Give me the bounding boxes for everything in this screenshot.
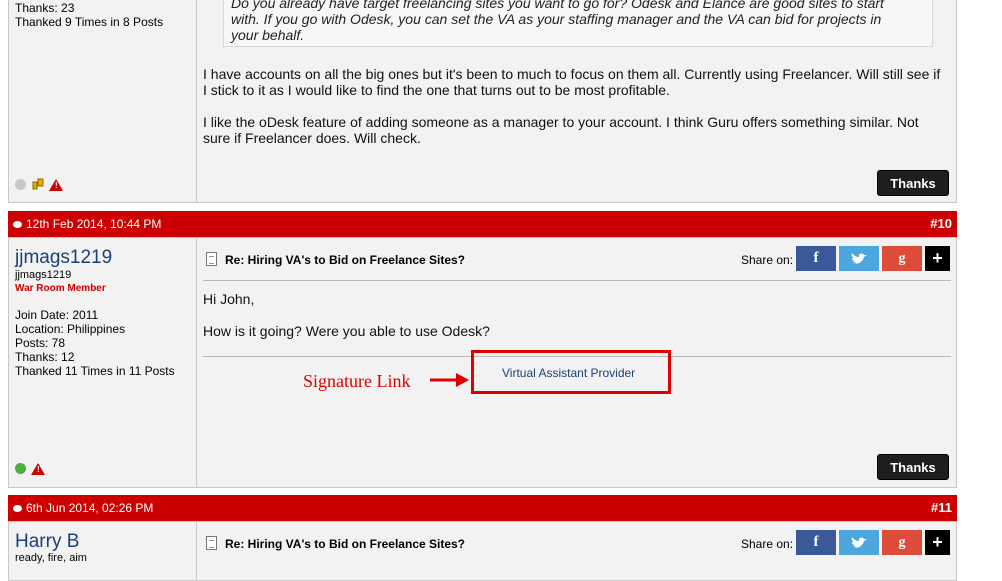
post-header: 12th Feb 2014, 10:44 PM #10	[8, 211, 957, 237]
user-rank: War Room Member	[15, 283, 106, 294]
share-label: Share on:	[741, 253, 794, 267]
report-post-icon[interactable]: !	[31, 463, 45, 475]
post-title: Re: Hiring VA's to Bid on Freelance Site…	[225, 253, 466, 267]
post-date: 6th Jun 2014, 02:26 PM	[26, 501, 154, 515]
user-posts: Posts: 78	[15, 336, 66, 350]
user-pane: Harry B ready, fire, aim	[9, 522, 197, 580]
google-plus-share-button[interactable]: g	[882, 530, 922, 555]
post-icon	[206, 252, 217, 266]
post-icon	[206, 536, 217, 550]
user-pane: Thanks: 23 Thanked 9 Times in 8 Posts !	[9, 0, 197, 202]
facebook-share-button[interactable]: f	[796, 530, 836, 555]
post-date: 12th Feb 2014, 10:44 PM	[26, 217, 162, 231]
user-location: Location: Philippines	[15, 322, 126, 336]
user-subtitle: ready, fire, aim	[15, 552, 87, 564]
post-greeting: Hi John,	[203, 291, 255, 307]
post-message: How is it going? Were you able to use Od…	[203, 323, 490, 339]
post-number[interactable]: #10	[930, 216, 952, 231]
quote-line: your behalf.	[231, 27, 305, 43]
post-paragraph: I like the oDesk feature of adding someo…	[203, 114, 919, 146]
comment-icon	[13, 221, 22, 228]
post-number[interactable]: #11	[931, 500, 952, 515]
quote-text: Do you already have target freelancing s…	[231, 0, 931, 43]
thanks-button[interactable]: Thanks	[877, 454, 949, 480]
twitter-share-button[interactable]	[839, 530, 879, 555]
annotation-arrow-icon	[430, 372, 470, 391]
google-plus-share-button[interactable]: g	[882, 246, 922, 271]
signature-link[interactable]: Virtual Assistant Provider	[502, 366, 635, 380]
reputation-icon	[32, 178, 44, 190]
post-header: 6th Jun 2014, 02:26 PM #11	[8, 495, 957, 521]
report-post-icon[interactable]: !	[49, 179, 63, 191]
twitter-bird-icon	[851, 537, 867, 548]
more-share-button[interactable]: +	[925, 246, 950, 271]
comment-icon	[13, 505, 22, 512]
post-10: jjmags1219 jjmags1219 War Room Member Jo…	[8, 237, 957, 488]
user-thanks: Thanks: 23	[15, 1, 75, 15]
facebook-share-button[interactable]: f	[796, 246, 836, 271]
more-share-button[interactable]: +	[925, 530, 950, 555]
username-link[interactable]: Harry B	[15, 531, 79, 553]
user-subtitle: jjmags1219	[15, 269, 72, 281]
post-paragraph: I have accounts on all the big ones but …	[203, 66, 941, 98]
user-thanked: Thanked 11 Times in 11 Posts	[15, 364, 175, 378]
user-thanks: Thanks: 12	[15, 350, 75, 364]
online-status-icon	[15, 463, 26, 474]
username-link[interactable]: jjmags1219	[15, 247, 112, 269]
twitter-bird-icon	[851, 253, 867, 264]
post-9: Thanks: 23 Thanked 9 Times in 8 Posts ! …	[8, 0, 957, 203]
title-divider	[203, 280, 951, 281]
thanks-button[interactable]: Thanks	[877, 170, 949, 196]
share-label: Share on:	[741, 537, 794, 551]
quote-line: Do you already have target freelancing s…	[231, 0, 884, 11]
twitter-share-button[interactable]	[839, 246, 879, 271]
post-11: Harry B ready, fire, aim Re: Hiring VA's…	[8, 521, 957, 581]
user-pane: jjmags1219 jjmags1219 War Room Member Jo…	[9, 238, 197, 487]
join-date: Join Date: 2011	[15, 308, 99, 322]
quote-line: with. If you go with Odesk, you can set …	[231, 11, 882, 27]
signature-annotation: Signature Link	[303, 371, 411, 391]
user-thanked: Thanked 9 Times in 8 Posts	[15, 15, 164, 29]
offline-status-icon	[15, 179, 26, 190]
post-title: Re: Hiring VA's to Bid on Freelance Site…	[225, 537, 466, 551]
